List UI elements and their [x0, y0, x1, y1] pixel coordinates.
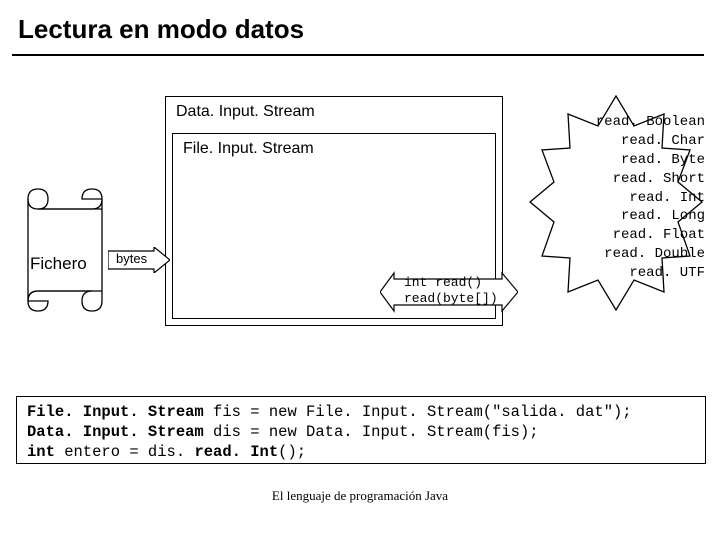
- datainputstream-label: Data. Input. Stream: [176, 103, 315, 121]
- bytes-label: bytes: [116, 251, 147, 266]
- method-item: read. UTF: [570, 264, 705, 283]
- code-line: Data. Input. Stream dis = new Data. Inpu…: [27, 422, 695, 442]
- fileinputstream-label: File. Input. Stream: [183, 140, 314, 158]
- method-item: read. Double: [570, 245, 705, 264]
- page-title: Lectura en modo datos: [18, 14, 304, 45]
- code-line: File. Input. Stream fis = new File. Inpu…: [27, 402, 695, 422]
- method-item: read. Boolean: [570, 113, 705, 132]
- code-line: int entero = dis. read. Int();: [27, 442, 695, 462]
- fichero-label: Fichero: [30, 254, 87, 274]
- method-item: read. Short: [570, 170, 705, 189]
- code-example-box: File. Input. Stream fis = new File. Inpu…: [16, 396, 706, 464]
- read-methods-text: int read() read(byte[]): [404, 275, 498, 308]
- method-item: read. Float: [570, 226, 705, 245]
- footer-text: El lenguaje de programación Java: [0, 488, 720, 504]
- method-item: read. Char: [570, 132, 705, 151]
- method-item: read. Long: [570, 207, 705, 226]
- title-rule: [12, 54, 704, 56]
- data-methods-list: read. Boolean read. Char read. Byte read…: [570, 113, 705, 283]
- method-item: read. Int: [570, 189, 705, 208]
- method-item: read. Byte: [570, 151, 705, 170]
